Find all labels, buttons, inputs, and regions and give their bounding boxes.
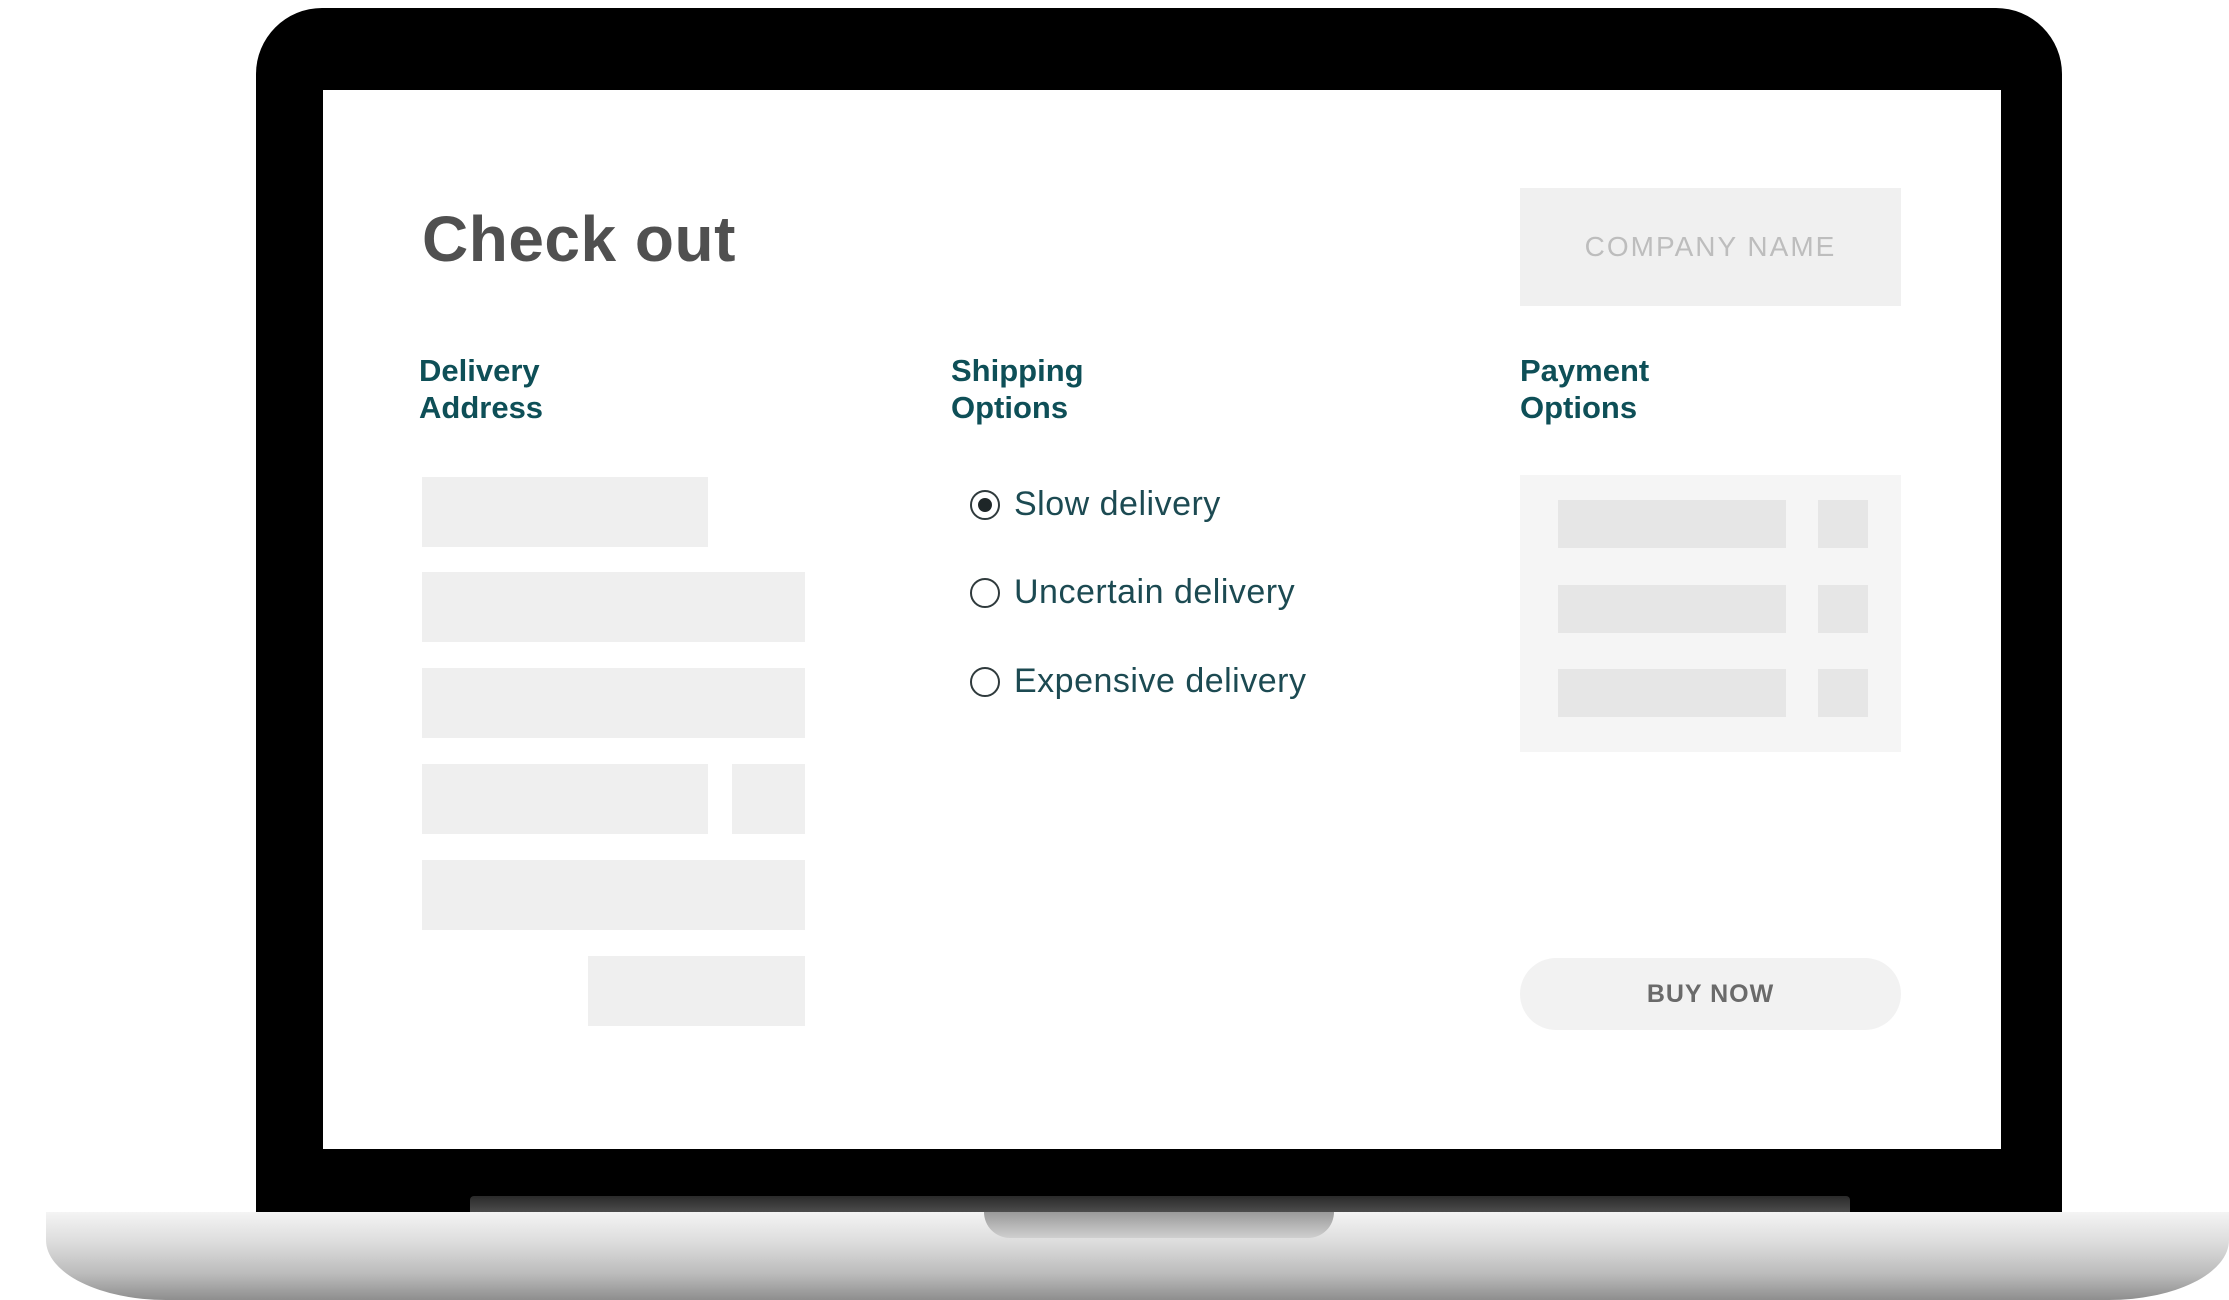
shipping-option-label: Uncertain delivery (1014, 573, 1296, 611)
company-logo-placeholder: COMPANY NAME (1520, 188, 1901, 306)
address-country-field[interactable] (422, 860, 805, 930)
payment-options-heading: Payment Options (1520, 352, 1649, 426)
shipping-heading-line1: Shipping (951, 353, 1084, 388)
address-name-field[interactable] (422, 477, 708, 547)
checkout-screen: Check out COMPANY NAME Delivery Address … (323, 90, 2001, 1149)
shipping-option-label: Slow delivery (1014, 485, 1221, 523)
radio-selected-icon[interactable] (970, 489, 1000, 520)
payment-card-field[interactable] (1558, 669, 1786, 717)
shipping-heading-line2: Options (951, 390, 1069, 425)
radio-unselected-icon[interactable] (970, 577, 1000, 608)
delivery-heading-line2: Address (419, 390, 544, 425)
company-name: COMPANY NAME (1584, 231, 1837, 262)
radio-dot (978, 497, 992, 512)
payment-card-field[interactable] (1558, 500, 1786, 548)
shipping-options-heading: Shipping Options (951, 352, 1084, 426)
laptop-mockup: Check out COMPANY NAME Delivery Address … (0, 0, 2229, 1300)
address-city-field[interactable] (422, 764, 708, 834)
address-zip-field[interactable] (732, 764, 805, 834)
page-title: Check out (422, 203, 736, 275)
address-line2-field[interactable] (422, 668, 805, 738)
delivery-heading-line1: Delivery (419, 353, 540, 388)
address-save-button[interactable] (588, 956, 805, 1026)
laptop-notch (984, 1212, 1334, 1238)
address-street-field[interactable] (422, 572, 805, 642)
payment-card-select[interactable] (1818, 500, 1868, 548)
payment-options-panel (1520, 475, 1901, 752)
payment-card-field[interactable] (1558, 585, 1786, 633)
payment-heading-line2: Options (1520, 390, 1638, 425)
payment-card-select[interactable] (1818, 585, 1868, 633)
shipping-option-expensive[interactable]: Expensive delivery (970, 662, 1306, 701)
payment-card-select[interactable] (1818, 669, 1868, 717)
buy-now-button[interactable]: BUY NOW (1520, 958, 1901, 1030)
buy-now-label: BUY NOW (1646, 979, 1775, 1008)
radio-unselected-icon[interactable] (970, 666, 1000, 697)
shipping-option-uncertain[interactable]: Uncertain delivery (970, 573, 1295, 612)
payment-heading-line1: Payment (1520, 353, 1650, 388)
shipping-option-label: Expensive delivery (1014, 662, 1307, 700)
delivery-address-heading: Delivery Address (419, 352, 543, 426)
shipping-option-slow[interactable]: Slow delivery (970, 485, 1221, 524)
